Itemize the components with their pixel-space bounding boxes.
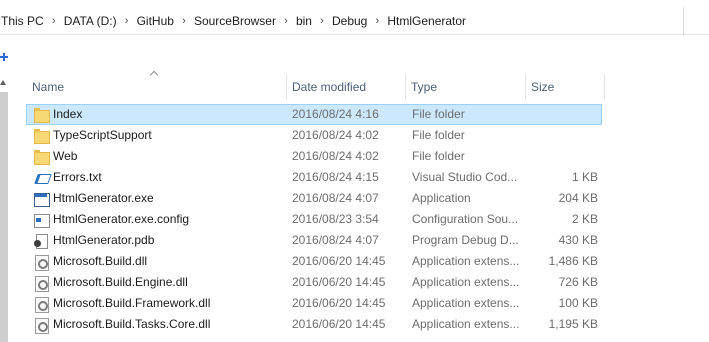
dll-icon [33, 296, 49, 313]
breadcrumb-debug[interactable]: Debug [331, 14, 368, 28]
file-date-modified: 2016/06/20 14:45 [292, 254, 386, 268]
file-date-modified: 2016/08/24 4:15 [292, 170, 379, 184]
folder-icon [33, 107, 50, 123]
file-name: HtmlGenerator.exe.config [53, 212, 190, 226]
debug-database-icon [33, 233, 49, 249]
column-divider[interactable] [604, 74, 605, 100]
chevron-right-icon[interactable]: › [313, 15, 331, 27]
file-type: Application extens... [412, 275, 520, 289]
file-name: Index [53, 107, 83, 121]
column-header-date-modified[interactable]: Date modified [286, 74, 406, 100]
file-date-modified: 2016/06/20 14:45 [292, 296, 386, 310]
file-row[interactable]: Microsoft.Build.Engine.dll 2016/06/20 14:… [26, 272, 602, 293]
column-header: Name Date modified Type Size [0, 74, 709, 100]
file-date-modified: 2016/06/20 14:45 [292, 317, 386, 331]
file-date-modified: 2016/08/24 4:16 [292, 107, 379, 121]
file-row[interactable]: HtmlGenerator.exe.config 2016/08/23 3:54 C… [26, 209, 602, 230]
file-size [538, 105, 598, 124]
breadcrumb-data-drive[interactable]: DATA (D:) [63, 14, 118, 28]
file-type: Application extens... [412, 317, 520, 331]
file-name: Microsoft.Build.Tasks.Core.dll [53, 317, 211, 331]
dll-icon [33, 254, 49, 271]
breadcrumb-this-pc[interactable]: This PC [0, 14, 45, 28]
file-size [538, 126, 598, 145]
file-type: File folder [412, 128, 465, 142]
breadcrumb-github[interactable]: GitHub [136, 14, 175, 28]
file-row[interactable]: Index 2016/08/24 4:16 File folder [26, 104, 602, 125]
file-name: Microsoft.Build.dll [53, 254, 148, 268]
folder-icon [33, 128, 50, 144]
file-size: 2 KB [571, 212, 598, 226]
file-size: 1,486 KB [548, 254, 598, 268]
navigation-pane-scrollbar-thumb[interactable] [0, 92, 8, 342]
file-row[interactable]: Microsoft.Build.Framework.dll 2016/06/20 … [26, 293, 602, 314]
file-name: TypeScriptSupport [53, 128, 152, 142]
file-name: HtmlGenerator.exe [53, 191, 154, 205]
expand-plus-icon[interactable] [0, 51, 9, 62]
file-type: Application [412, 191, 471, 205]
file-name: Errors.txt [53, 170, 102, 184]
file-name: Microsoft.Build.Engine.dll [53, 275, 188, 289]
chevron-right-icon[interactable]: › [118, 15, 136, 27]
breadcrumb: This PC › DATA (D:) › GitHub › SourceBro… [0, 13, 467, 29]
file-type: Visual Studio Cod... [412, 170, 518, 184]
address-bar-divider [683, 7, 684, 35]
file-size: 100 KB [558, 296, 598, 310]
visual-studio-code-file-icon [33, 170, 49, 186]
file-name: Microsoft.Build.Framework.dll [53, 296, 211, 310]
file-row[interactable]: Errors.txt 2016/08/24 4:15 Visual Studio C… [26, 167, 602, 188]
chevron-right-icon[interactable]: › [175, 15, 193, 27]
dll-icon [33, 275, 49, 292]
file-row[interactable]: HtmlGenerator.exe 2016/08/24 4:07 Applicat… [26, 188, 602, 209]
chevron-right-icon[interactable]: › [277, 15, 295, 27]
file-type: Application extens... [412, 296, 520, 310]
file-size [538, 147, 598, 166]
dll-icon [33, 317, 49, 334]
file-row[interactable]: Microsoft.Build.Tasks.Core.dll 2016/06/20… [26, 314, 602, 335]
file-size: 1 KB [571, 170, 598, 184]
breadcrumb-htmlgenerator[interactable]: HtmlGenerator [386, 14, 467, 28]
file-type: Application extens... [412, 254, 520, 268]
file-name: HtmlGenerator.pdb [53, 233, 155, 247]
file-date-modified: 2016/08/24 4:02 [292, 128, 379, 142]
file-type: Program Debug D... [412, 233, 519, 247]
application-icon [33, 191, 50, 207]
file-date-modified: 2016/08/23 3:54 [292, 212, 379, 226]
file-row[interactable]: Web 2016/08/24 4:02 File folder [26, 146, 602, 167]
chevron-right-icon[interactable]: › [45, 15, 63, 27]
column-header-type[interactable]: Type [405, 74, 525, 100]
file-type: File folder [412, 107, 465, 121]
file-date-modified: 2016/08/24 4:07 [292, 191, 379, 205]
column-header-size[interactable]: Size [525, 74, 605, 100]
file-size: 726 KB [558, 275, 598, 289]
file-row[interactable]: Microsoft.Build.dll 2016/06/20 14:45 Appli… [26, 251, 602, 272]
file-size: 204 KB [558, 191, 598, 205]
breadcrumb-sourcebrowser[interactable]: SourceBrowser [193, 14, 277, 28]
address-bar[interactable]: This PC › DATA (D:) › GitHub › SourceBro… [0, 7, 709, 35]
file-name: Web [53, 149, 78, 163]
file-type: File folder [412, 149, 465, 163]
file-row[interactable]: HtmlGenerator.pdb 2016/08/24 4:07 Program … [26, 230, 602, 251]
breadcrumb-bin[interactable]: bin [295, 14, 313, 28]
file-size: 430 KB [558, 233, 598, 247]
file-date-modified: 2016/08/24 4:07 [292, 233, 379, 247]
folder-icon [33, 149, 50, 165]
file-date-modified: 2016/08/24 4:02 [292, 149, 379, 163]
column-header-name[interactable]: Name [26, 74, 286, 100]
file-type: Configuration Sou... [412, 212, 519, 226]
file-date-modified: 2016/06/20 14:45 [292, 275, 386, 289]
config-file-icon [33, 212, 50, 228]
file-size: 1,195 KB [548, 317, 598, 331]
chevron-right-icon[interactable]: › [368, 15, 386, 27]
file-row[interactable]: TypeScriptSupport 2016/08/24 4:02 File fol… [26, 125, 602, 146]
